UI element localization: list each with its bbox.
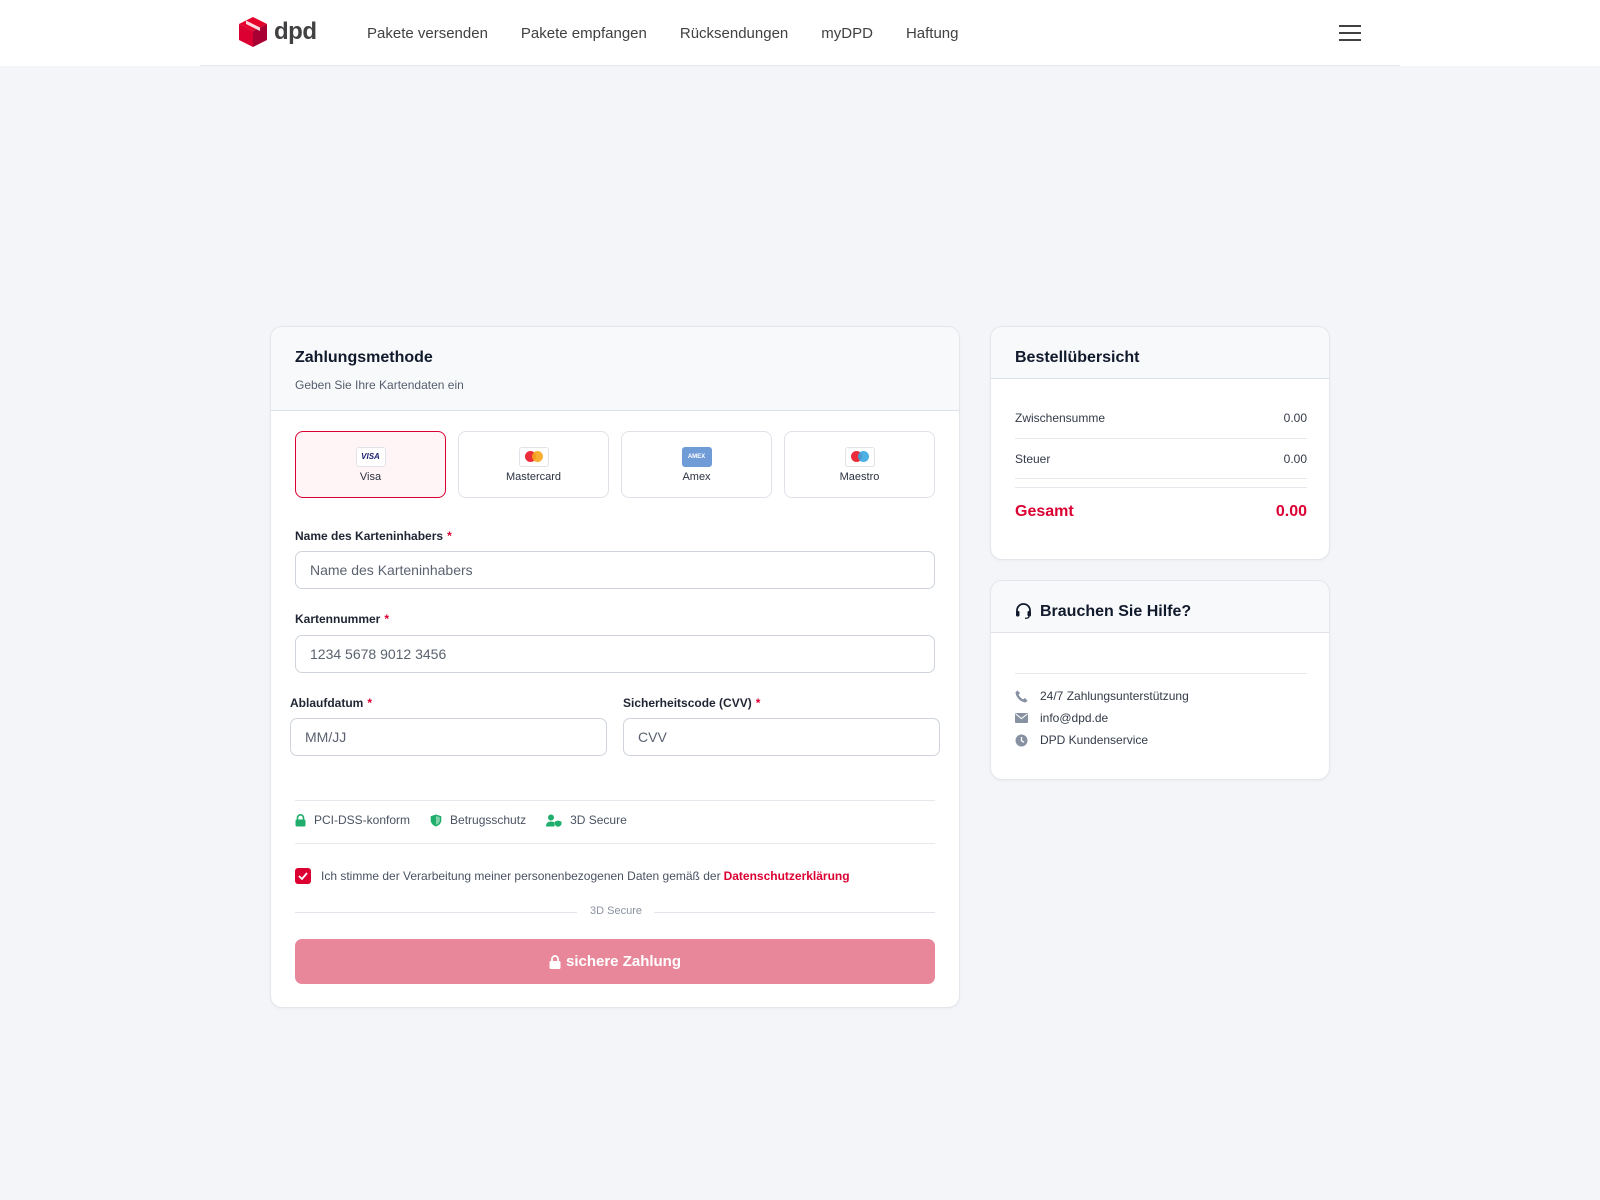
tax-label: Steuer: [1015, 452, 1051, 466]
privacy-policy-link[interactable]: Datenschutzerklärung: [724, 869, 850, 883]
row-divider: [1015, 487, 1307, 488]
row-divider: [1015, 673, 1307, 674]
consent-row: Ich stimme der Verarbeitung meiner perso…: [295, 868, 850, 884]
method-amex[interactable]: AMEX Amex: [621, 431, 772, 498]
expiry-label: Ablaufdatum *: [290, 696, 373, 710]
method-maestro[interactable]: Maestro: [784, 431, 935, 498]
secure-payment-button[interactable]: sichere Zahlung: [295, 939, 935, 984]
subtotal-label: Zwischensumme: [1015, 411, 1106, 425]
lock-icon: [295, 813, 306, 826]
order-summary-title: Bestellübersicht: [1015, 349, 1140, 366]
method-label: Maestro: [839, 470, 880, 483]
method-label: Amex: [682, 470, 711, 483]
subtotal-value: 0.00: [1283, 411, 1307, 425]
help-card: Brauchen Sie Hilfe? 24/7 Zahlungsunterst…: [990, 580, 1330, 780]
shield-icon: [430, 814, 442, 826]
row-divider: [1015, 478, 1307, 479]
cardholder-label: Name des Karteninhabers *: [295, 529, 452, 543]
nav-pakete-empfangen[interactable]: Pakete empfangen: [521, 25, 647, 42]
dpd-logo[interactable]: dpd: [238, 16, 317, 48]
help-item-email[interactable]: info@dpd.de: [1015, 711, 1108, 725]
visa-icon: VISA: [355, 446, 386, 467]
help-card-header: Brauchen Sie Hilfe?: [991, 581, 1329, 633]
separator-text: 3D Secure: [590, 905, 642, 917]
payment-method-list: VISA Visa Mastercard AMEX Amex Maestro: [295, 431, 935, 498]
cardnumber-input[interactable]: [295, 635, 935, 673]
help-item-customer-service: DPD Kundenservice: [1015, 733, 1148, 747]
cvv-label: Sicherheitscode (CVV) *: [623, 696, 761, 710]
nav-haftung[interactable]: Haftung: [906, 25, 959, 42]
help-item-support: 24/7 Zahlungsunterstützung: [1015, 689, 1189, 703]
tax-row: Steuer 0.00: [1015, 452, 1307, 466]
mastercard-icon: [518, 446, 549, 467]
security-badges: PCI-DSS-konform Betrugsschutz 3D Secure: [295, 813, 647, 827]
user-shield-icon: [546, 814, 562, 827]
envelope-icon: [1015, 713, 1028, 723]
method-label: Mastercard: [505, 470, 562, 483]
method-mastercard[interactable]: Mastercard: [458, 431, 609, 498]
secure-payment-label: sichere Zahlung: [565, 953, 682, 970]
tax-value: 0.00: [1283, 452, 1307, 466]
divider: [295, 843, 935, 844]
top-navigation-bar: dpd Pakete versenden Pakete empfangen Rü…: [200, 0, 1400, 66]
payment-card-header: Zahlungsmethode Geben Sie Ihre Kartendat…: [271, 327, 959, 411]
badge-fraud-protection: Betrugsschutz: [430, 813, 526, 827]
help-title: Brauchen Sie Hilfe?: [1040, 603, 1192, 620]
method-label: Visa: [359, 470, 382, 483]
consent-text: Ich stimme der Verarbeitung meiner perso…: [321, 869, 721, 883]
nav-mydpd[interactable]: myDPD: [821, 25, 873, 42]
maestro-icon: [844, 446, 875, 467]
consent-checkbox[interactable]: [295, 868, 311, 884]
divider: [295, 800, 935, 801]
total-value: 0.00: [1275, 503, 1307, 520]
headset-icon: [1016, 603, 1031, 619]
nav-ruecksendungen[interactable]: Rücksendungen: [680, 25, 788, 42]
clock-icon: [1015, 734, 1028, 746]
logo-text: dpd: [274, 18, 317, 45]
dpd-cube-icon: [239, 17, 267, 47]
cardnumber-label: Kartennummer *: [295, 612, 390, 626]
badge-pci: PCI-DSS-konform: [295, 813, 410, 827]
expiry-input[interactable]: [290, 718, 607, 756]
subtotal-row: Zwischensumme 0.00: [1015, 411, 1307, 425]
order-summary-header: Bestellübersicht: [991, 327, 1329, 379]
method-visa[interactable]: VISA Visa: [295, 431, 446, 498]
row-divider: [1015, 438, 1307, 439]
cvv-input[interactable]: [623, 718, 940, 756]
amex-icon: AMEX: [681, 446, 712, 467]
total-row: Gesamt 0.00: [1015, 503, 1307, 521]
badge-3d-secure: 3D Secure: [546, 813, 627, 827]
main-nav: Pakete versenden Pakete empfangen Rückse…: [367, 0, 992, 66]
nav-pakete-versenden[interactable]: Pakete versenden: [367, 25, 488, 42]
lock-icon: [549, 954, 561, 969]
phone-icon: [1015, 690, 1028, 702]
total-label: Gesamt: [1015, 503, 1074, 520]
payment-card: Zahlungsmethode Geben Sie Ihre Kartendat…: [270, 326, 960, 1008]
cardholder-input[interactable]: [295, 551, 935, 589]
payment-title: Zahlungsmethode: [295, 349, 433, 366]
separator-line-right: [654, 912, 935, 913]
payment-subtitle: Geben Sie Ihre Kartendaten ein: [295, 378, 464, 392]
checkmark-icon: [298, 872, 308, 880]
menu-icon[interactable]: [1339, 25, 1361, 43]
order-summary-card: Bestellübersicht Zwischensumme 0.00 Steu…: [990, 326, 1330, 560]
